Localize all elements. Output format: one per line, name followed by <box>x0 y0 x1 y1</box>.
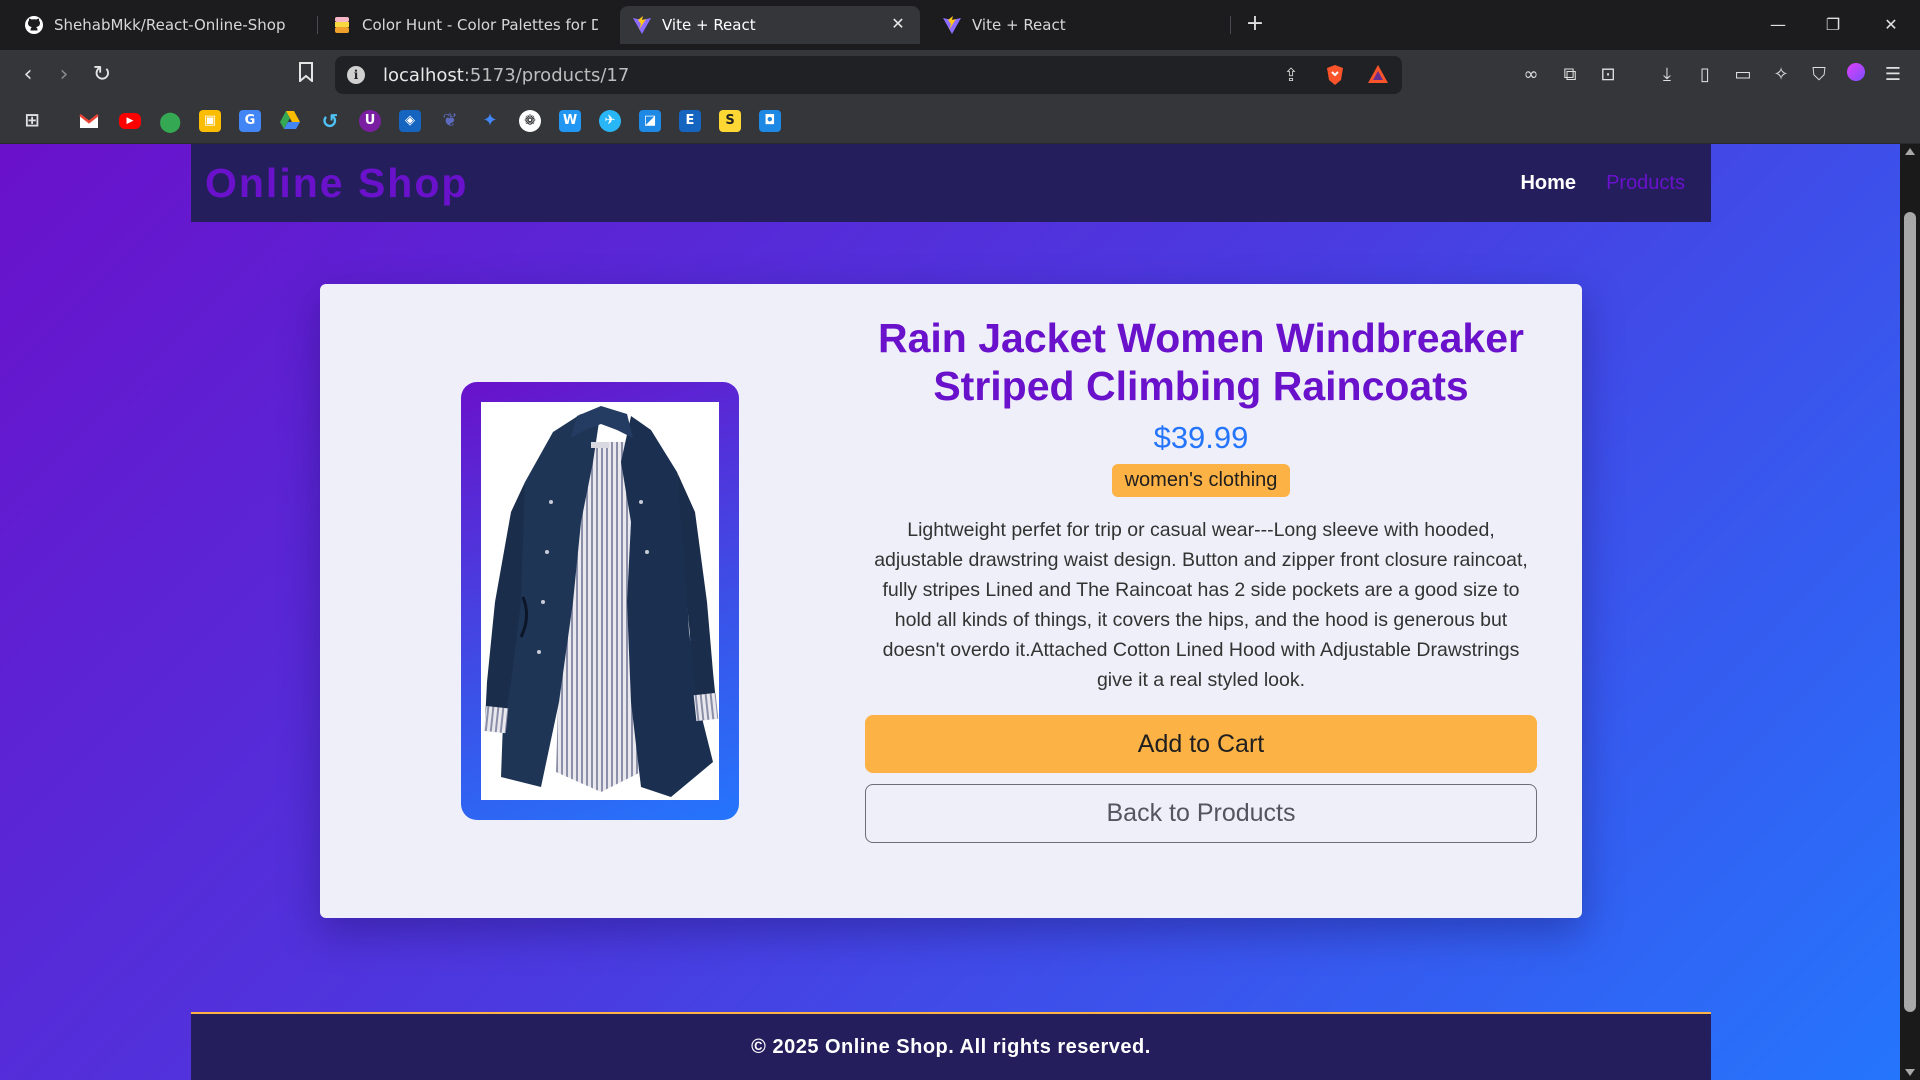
tab-vite-react[interactable]: Vite + React <box>930 6 1230 44</box>
translate-icon[interactable]: G <box>239 110 261 132</box>
nav-products-link[interactable]: Products <box>1606 172 1685 195</box>
tab-label: Vite + React <box>662 16 756 34</box>
url-host: localhost <box>383 65 464 86</box>
youtube-icon[interactable]: ▶ <box>119 113 141 129</box>
sidebar-icon[interactable]: ▯ <box>1692 62 1718 88</box>
close-tab-icon[interactable]: ✕ <box>888 14 908 34</box>
browser-tab-bar: ShehabMkk/React-Online-Shop Color Hunt -… <box>0 0 1920 50</box>
brave-shields-icon[interactable] <box>1323 64 1347 88</box>
downloads-icon[interactable]: ⤓ <box>1654 62 1680 88</box>
back-icon[interactable]: ‹ <box>14 61 42 89</box>
reload-icon[interactable]: ↻ <box>88 61 116 89</box>
bookmark-icon[interactable] <box>292 61 320 89</box>
tab-label: ShehabMkk/React-Online-Shop <box>54 16 286 34</box>
product-description: Lightweight perfet for trip or casual we… <box>874 519 1528 691</box>
product-image-frame <box>461 382 739 820</box>
github-icon <box>24 15 44 35</box>
raincoat-illustration <box>483 406 719 797</box>
tab-vite-react-active[interactable]: Vite + React ✕ <box>620 6 920 44</box>
add-to-cart-button[interactable]: Add to Cart <box>865 715 1537 773</box>
profile-avatar-icon[interactable] <box>1843 62 1869 88</box>
wordpress-icon[interactable]: W <box>559 110 581 132</box>
product-title: Rain Jacket Women Windbreaker Striped Cl… <box>878 315 1524 409</box>
app-icon[interactable]: ◈ <box>399 110 421 132</box>
tab-separator <box>1230 16 1231 34</box>
product-info: Rain Jacket Women Windbreaker Striped Cl… <box>865 314 1537 843</box>
extension-icon[interactable]: ∞ <box>1518 62 1544 88</box>
tab-github[interactable]: ShehabMkk/React-Online-Shop <box>12 6 317 44</box>
new-tab-button[interactable]: + <box>1242 12 1268 38</box>
tab-label: Vite + React <box>972 16 1066 34</box>
back-to-products-button[interactable]: Back to Products <box>865 784 1537 843</box>
apps-grid-icon[interactable]: ⊞ <box>21 110 43 132</box>
extensions-puzzle-icon[interactable]: ⧉ <box>1557 62 1583 88</box>
menu-icon[interactable]: ☰ <box>1880 62 1906 88</box>
chatgpt-icon[interactable]: ❁ <box>519 110 541 132</box>
app-icon[interactable]: ↺ <box>319 110 341 132</box>
vite-icon <box>632 15 652 35</box>
classroom-icon[interactable]: ▣ <box>199 110 221 132</box>
tab-label: Color Hunt - Color Palettes for Design <box>362 16 598 34</box>
scroll-up-icon[interactable] <box>1905 148 1915 155</box>
maps-icon[interactable]: ⬤ <box>159 110 181 132</box>
site-header: Online Shop Home Products <box>191 144 1711 222</box>
brave-rewards-icon[interactable] <box>1366 64 1390 88</box>
restore-icon[interactable]: ❐ <box>1818 10 1848 40</box>
vpn-shield-icon[interactable]: ⛉ <box>1806 62 1832 88</box>
url-text[interactable]: localhost:5173/products/17 <box>383 65 629 86</box>
drive-icon[interactable] <box>279 110 301 132</box>
page-viewport: Online Shop Home Products Rain Jacket Wo… <box>0 144 1900 1080</box>
main-nav: Home Products <box>1520 172 1685 195</box>
url-path: :5173/products/17 <box>463 65 630 86</box>
page-search-icon[interactable]: ⊡ <box>1595 62 1621 88</box>
nav-home-link[interactable]: Home <box>1520 172 1576 195</box>
share-icon[interactable]: ⇪ <box>1279 64 1303 88</box>
page-scrollbar[interactable] <box>1900 144 1920 1080</box>
minimize-icon[interactable]: — <box>1763 10 1793 40</box>
product-image <box>481 402 719 800</box>
browser-toolbar: ‹ › ↻ i localhost:5173/products/17 ⇪ ∞ ⧉… <box>0 50 1920 100</box>
tab-color-hunt[interactable]: Color Hunt - Color Palettes for Design <box>320 6 610 44</box>
udemy-icon[interactable]: U <box>359 110 381 132</box>
vite-icon <box>942 15 962 35</box>
footer-copyright: © 2025 Online Shop. All rights reserved. <box>751 1035 1151 1058</box>
tab-separator <box>317 16 318 34</box>
app-icon[interactable]: ❦ <box>439 110 461 132</box>
wallet-icon[interactable]: ▭ <box>1730 62 1756 88</box>
s-icon[interactable]: S <box>719 110 741 132</box>
app-icon[interactable]: ◘ <box>759 110 781 132</box>
site-logo[interactable]: Online Shop <box>205 160 468 207</box>
gemini-icon[interactable]: ✦ <box>479 110 501 132</box>
category-badge: women's clothing <box>1111 464 1291 497</box>
colorhunt-icon <box>332 15 352 35</box>
e-icon[interactable]: E <box>679 110 701 132</box>
bookmarks-bar: ⊞ ▶ ⬤ ▣ G ↺ U ◈ ❦ ✦ ❁ W ✈ ◪ E S ◘ <box>0 100 1920 144</box>
product-detail-card: Rain Jacket Women Windbreaker Striped Cl… <box>320 284 1582 918</box>
address-bar[interactable]: i localhost:5173/products/17 ⇪ <box>335 56 1402 94</box>
app-icon[interactable]: ◪ <box>639 110 661 132</box>
scroll-down-icon[interactable] <box>1905 1069 1915 1076</box>
product-price: $39.99 <box>1153 420 1249 455</box>
scrollbar-thumb[interactable] <box>1904 212 1916 1012</box>
close-window-icon[interactable]: ✕ <box>1876 10 1906 40</box>
gmail-icon[interactable] <box>78 110 100 132</box>
app-icon[interactable]: ✈ <box>599 110 621 132</box>
leo-ai-icon[interactable]: ✧ <box>1768 62 1794 88</box>
site-footer: © 2025 Online Shop. All rights reserved. <box>191 1012 1711 1080</box>
forward-icon[interactable]: › <box>50 61 78 89</box>
site-info-icon[interactable]: i <box>347 66 365 84</box>
